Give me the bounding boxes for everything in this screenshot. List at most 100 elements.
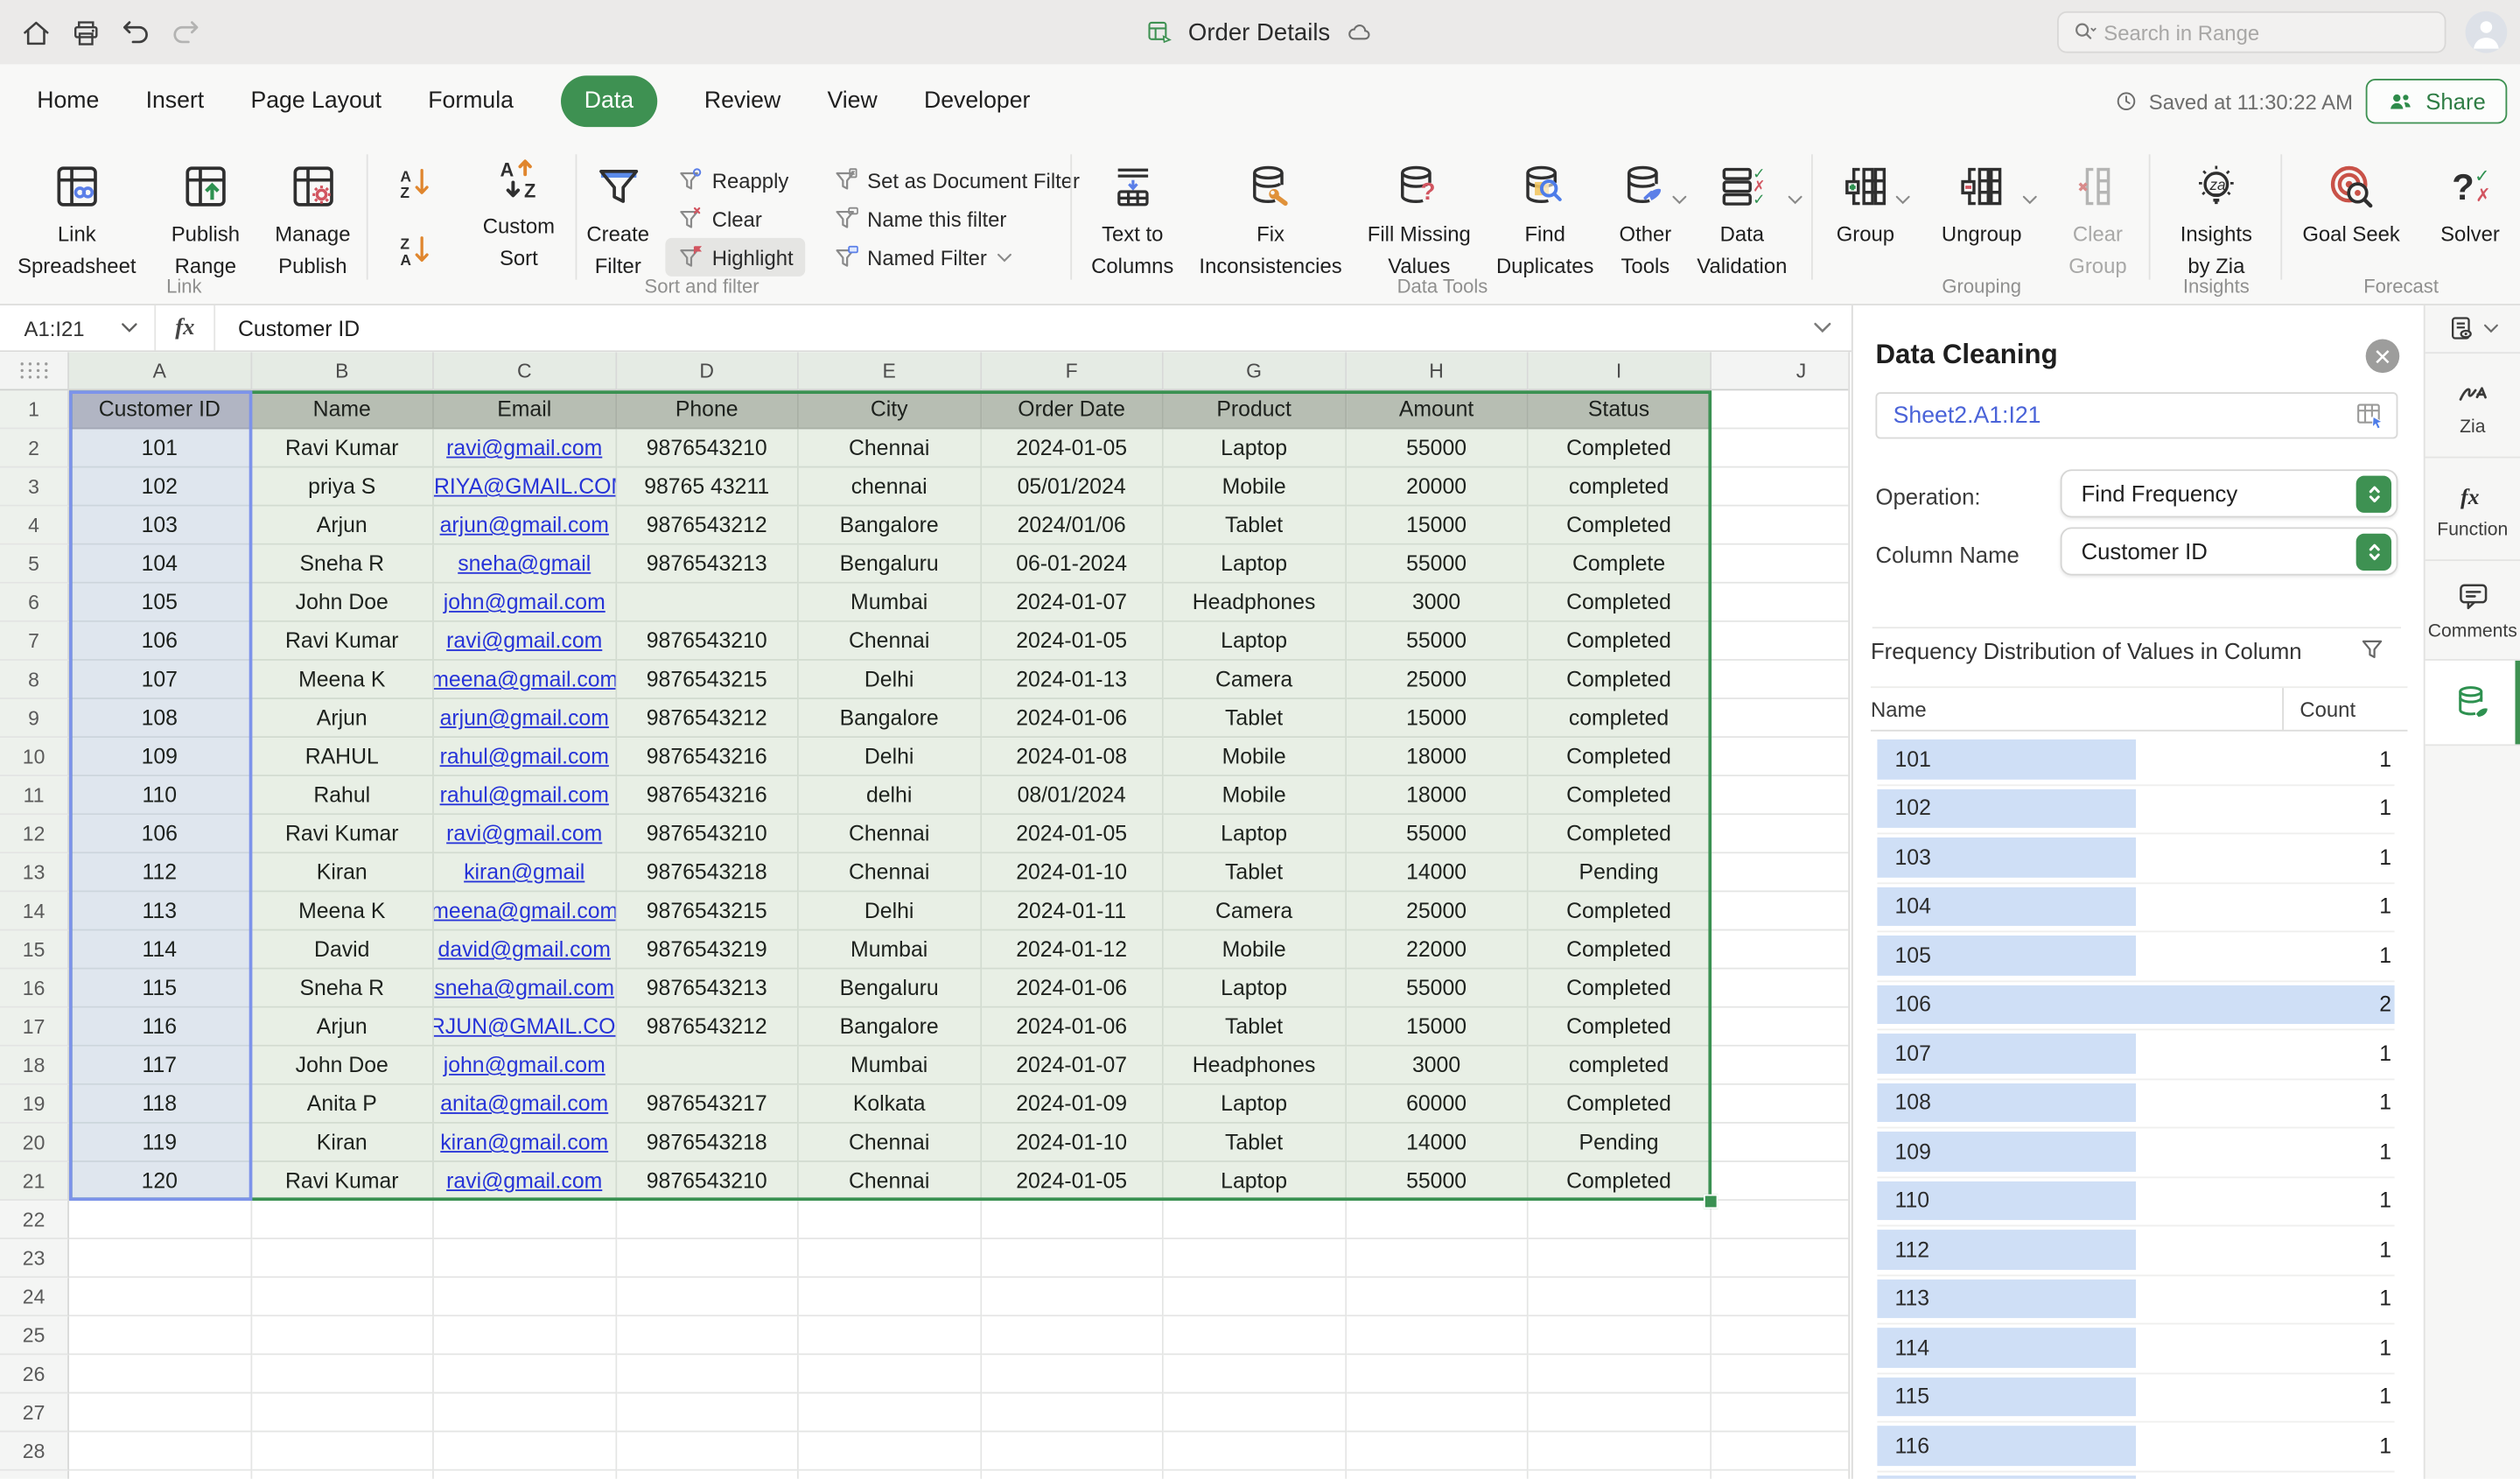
set-document-filter-button[interactable]: Set as Document Filter	[821, 161, 1091, 200]
cell-A11[interactable]: 110	[69, 776, 251, 815]
cell-A2[interactable]: 101	[69, 429, 251, 467]
cell-J10[interactable]	[1711, 738, 1850, 776]
cell-I13[interactable]: Pending	[1529, 853, 1711, 892]
cell-G22[interactable]	[1164, 1201, 1346, 1239]
cell-G18[interactable]: Headphones	[1164, 1047, 1346, 1085]
cell-I9[interactable]: completed	[1529, 699, 1711, 738]
cell-G15[interactable]: Mobile	[1164, 930, 1346, 969]
row-header-13[interactable]: 13	[0, 853, 69, 892]
cell-F8[interactable]: 2024-01-13	[981, 661, 1163, 699]
create-filter-button[interactable]: Create Filter	[586, 159, 649, 283]
cell-D15[interactable]: 9876543219	[616, 930, 798, 969]
cell-G3[interactable]: Mobile	[1164, 467, 1346, 506]
column-header-I[interactable]: I	[1529, 352, 1711, 390]
cell-F11[interactable]: 08/01/2024	[981, 776, 1163, 815]
cell-E17[interactable]: Bangalore	[799, 1008, 981, 1047]
ungroup-button[interactable]: Ungroup	[1942, 159, 2022, 251]
cell-I6[interactable]: Completed	[1529, 584, 1711, 622]
cell-H1[interactable]: Amount	[1346, 390, 1528, 429]
cell-J2[interactable]	[1711, 429, 1850, 467]
cell-B26[interactable]	[251, 1355, 433, 1393]
cell-J1[interactable]	[1711, 390, 1850, 429]
cell-E28[interactable]	[799, 1433, 981, 1471]
cell-D29[interactable]	[616, 1471, 798, 1479]
clear-filter-button[interactable]: Clear	[665, 200, 804, 238]
cell-E1[interactable]: City	[799, 390, 981, 429]
filter-icon[interactable]	[2359, 636, 2384, 662]
cell-J18[interactable]	[1711, 1047, 1850, 1085]
cell-B16[interactable]: Sneha R	[251, 970, 433, 1008]
row-header-14[interactable]: 14	[0, 892, 69, 930]
cell-C16[interactable]: sneha@gmail.com	[434, 970, 616, 1008]
cell-I10[interactable]: Completed	[1529, 738, 1711, 776]
goal-seek-button[interactable]: Goal Seek	[2302, 159, 2399, 251]
cell-H25[interactable]	[1346, 1316, 1528, 1355]
cell-E11[interactable]: delhi	[799, 776, 981, 815]
cell-C26[interactable]	[434, 1355, 616, 1393]
cell-J12[interactable]	[1711, 815, 1850, 853]
frequency-row-115[interactable]: 1151	[1877, 1373, 2394, 1422]
cell-E27[interactable]	[799, 1393, 981, 1432]
cell-F10[interactable]: 2024-01-08	[981, 738, 1163, 776]
cell-C10[interactable]: rahul@gmail.com	[434, 738, 616, 776]
cell-J15[interactable]	[1711, 930, 1850, 969]
cell-I20[interactable]: Pending	[1529, 1124, 1711, 1162]
cell-H5[interactable]: 55000	[1346, 545, 1528, 584]
cell-G27[interactable]	[1164, 1393, 1346, 1432]
cell-A12[interactable]: 106	[69, 815, 251, 853]
select-all-corner[interactable]	[0, 352, 69, 390]
cell-H13[interactable]: 14000	[1346, 853, 1528, 892]
cell-C2[interactable]: ravi@gmail.com	[434, 429, 616, 467]
search-box[interactable]	[2057, 11, 2446, 53]
cell-C28[interactable]	[434, 1433, 616, 1471]
cell-G8[interactable]: Camera	[1164, 661, 1346, 699]
text-to-columns-button[interactable]: Text to Columns	[1091, 159, 1173, 283]
cell-E24[interactable]	[799, 1278, 981, 1316]
cell-J22[interactable]	[1711, 1201, 1850, 1239]
cell-E9[interactable]: Bangalore	[799, 699, 981, 738]
cell-C9[interactable]: arjun@gmail.com	[434, 699, 616, 738]
cell-A3[interactable]: 102	[69, 467, 251, 506]
frequency-row-105[interactable]: 1051	[1877, 932, 2394, 981]
cell-I17[interactable]: Completed	[1529, 1008, 1711, 1047]
cell-E14[interactable]: Delhi	[799, 892, 981, 930]
cell-I18[interactable]: completed	[1529, 1047, 1711, 1085]
cell-D26[interactable]	[616, 1355, 798, 1393]
cell-H9[interactable]: 15000	[1346, 699, 1528, 738]
cell-D2[interactable]: 9876543210	[616, 429, 798, 467]
cell-B6[interactable]: John Doe	[251, 584, 433, 622]
cell-D9[interactable]: 9876543212	[616, 699, 798, 738]
frequency-row-110[interactable]: 1101	[1877, 1177, 2394, 1226]
cell-B5[interactable]: Sneha R	[251, 545, 433, 584]
cell-D8[interactable]: 9876543215	[616, 661, 798, 699]
tab-page-layout[interactable]: Page Layout	[250, 88, 382, 114]
cell-B10[interactable]: RAHUL	[251, 738, 433, 776]
cell-G25[interactable]	[1164, 1316, 1346, 1355]
row-header-6[interactable]: 6	[0, 584, 69, 622]
cell-B18[interactable]: John Doe	[251, 1047, 433, 1085]
cell-C22[interactable]	[434, 1201, 616, 1239]
row-header-5[interactable]: 5	[0, 545, 69, 584]
cell-E22[interactable]	[799, 1201, 981, 1239]
cell-H18[interactable]: 3000	[1346, 1047, 1528, 1085]
cell-F23[interactable]	[981, 1239, 1163, 1278]
cell-D25[interactable]	[616, 1316, 798, 1355]
cell-D6[interactable]	[616, 584, 798, 622]
cell-A5[interactable]: 104	[69, 545, 251, 584]
row-header-11[interactable]: 11	[0, 776, 69, 815]
row-header-27[interactable]: 27	[0, 1393, 69, 1432]
cell-A15[interactable]: 114	[69, 930, 251, 969]
column-name-select[interactable]: Customer ID	[2061, 527, 2398, 575]
formula-input[interactable]: Customer ID	[215, 316, 360, 340]
cell-B7[interactable]: Ravi Kumar	[251, 622, 433, 661]
cell-C6[interactable]: john@gmail.com	[434, 584, 616, 622]
cell-G28[interactable]	[1164, 1433, 1346, 1471]
cell-J28[interactable]	[1711, 1433, 1850, 1471]
cell-F21[interactable]: 2024-01-05	[981, 1162, 1163, 1201]
cell-E16[interactable]: Bengaluru	[799, 970, 981, 1008]
tab-insert[interactable]: Insert	[146, 88, 205, 114]
row-header-12[interactable]: 12	[0, 815, 69, 853]
row-header-25[interactable]: 25	[0, 1316, 69, 1355]
cell-F25[interactable]	[981, 1316, 1163, 1355]
custom-sort-button[interactable]: AZ Custom Sort	[483, 151, 555, 275]
